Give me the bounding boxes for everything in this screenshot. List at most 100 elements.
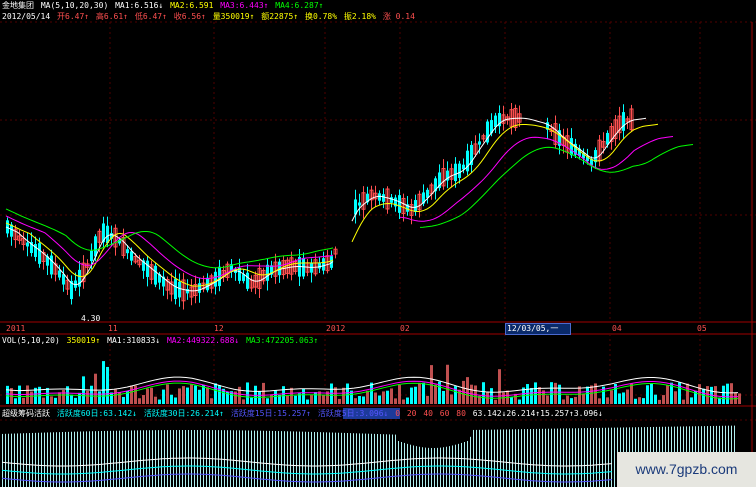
activity-bar [281,431,282,487]
volume-bar [338,398,341,404]
activity-bar [275,430,276,487]
moving-average-lines [5,117,694,292]
volume-bar [150,387,153,404]
x-label-2012: 2012 [326,324,346,333]
volume-bar [526,384,529,404]
x-label-2011: 2011 [6,324,26,333]
activity-bar [17,433,18,487]
candle-down [26,242,29,247]
candle-down [58,270,61,278]
activity-bar [410,444,411,487]
activity-bar [29,433,30,487]
activity-bar [482,429,483,487]
volume-bar [14,398,17,404]
candle-down [198,283,201,293]
volume-bar [110,392,113,404]
candlestick-series [6,103,634,310]
activity-bar [68,431,69,487]
activity-bar [83,431,84,487]
volume-bar [138,398,141,404]
volume-bar [714,386,717,404]
volume-bar [102,361,105,404]
volume-bar [86,390,89,404]
volume-bar [154,396,157,404]
volume-bar [270,394,273,404]
vol-ma2: MA2:449322.688↓ [166,336,240,345]
candle-down [390,197,393,203]
volume-bar [530,387,533,404]
activity-bar [539,428,540,487]
activity-bar [221,430,222,487]
volume-bar [366,390,369,404]
activity-bar [530,429,531,487]
volume-bar [370,382,373,404]
volume-bar [218,385,221,404]
volume-bar [214,383,217,404]
x-label-12: 12 [214,324,224,333]
volume-bar [562,399,565,404]
activity-bar [425,447,426,487]
volume-bar [454,386,457,404]
volume-bar [330,383,333,404]
activity-bar [299,431,300,487]
activity-bar [134,430,135,487]
volume-bar [514,393,517,404]
volume-bar [62,390,65,404]
activity-bar [317,432,318,487]
activity-bar [593,427,594,487]
volume-bar [250,397,253,404]
activity-bar [98,431,99,487]
volume-bar [130,385,133,404]
candle-down [606,132,609,145]
candle-down [266,264,269,281]
candle-down [622,112,625,131]
volume-bar [386,390,389,404]
activity-bar [341,432,342,487]
activity-bar [545,428,546,487]
volume-bar [726,383,729,404]
activity-bar [239,430,240,487]
activity-bar [284,431,285,487]
activity-bar [128,430,129,487]
activity-30d: 活跃度30日:26.214↑ [143,409,224,418]
activity-bar [473,429,474,487]
volume-bar [306,399,309,404]
candle-down [130,251,133,261]
activity-bar [305,431,306,487]
volume-bar [610,390,613,404]
volume-bar [90,385,93,404]
activity-bar [401,441,402,487]
volume-bar [666,385,669,404]
vol-ma1: MA1:310833↓ [107,336,161,345]
activity-bar [218,430,219,487]
activity-bar [560,428,561,487]
volume-bar [142,395,145,404]
activity-bar [587,428,588,487]
volume-bar [650,383,653,404]
x-label-05: 05 [697,324,707,333]
volume-bar [598,398,601,404]
volume-bar [246,382,249,404]
candle-down [570,138,573,156]
activity-bar [497,429,498,487]
activity-bar [527,429,528,487]
volume-bar [434,384,437,404]
activity-bar [236,430,237,487]
volume-bar [158,399,161,404]
volume-bar [266,398,269,404]
activity-bar [50,432,51,487]
activity-bar [470,436,471,487]
volume-bar [282,386,285,404]
volume-bar [586,386,589,404]
activity-bar [32,432,33,487]
activity-bar [314,431,315,487]
activity-bar [155,430,156,487]
activity-bar [332,432,333,487]
activity-scale-40: 40 [423,409,433,418]
volume-bar [538,387,541,404]
activity-bar [113,430,114,487]
activity-summary: 63.142↓26.214↑15.257↑3.096↓ [472,409,603,418]
volume-bar [582,393,585,404]
activity-bar [353,433,354,487]
volume-bar [162,389,165,404]
